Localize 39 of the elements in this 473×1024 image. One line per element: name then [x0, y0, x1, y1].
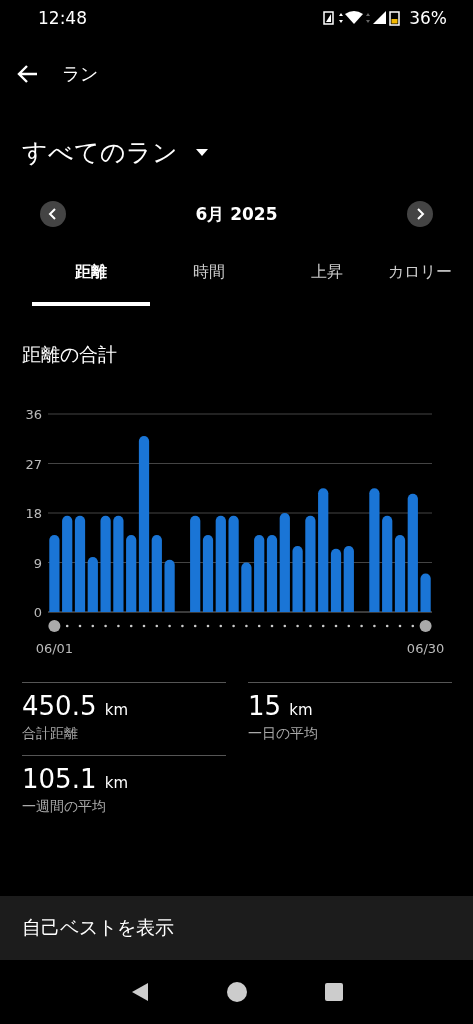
stat-value: 105.1 km	[22, 764, 129, 794]
stat-label: 一日の平均	[248, 725, 319, 743]
range-slider-drawing[interactable]	[48, 620, 432, 632]
stat-value: 450.5 km	[22, 691, 129, 721]
bar	[164, 559, 175, 612]
status-time: 12:48	[38, 8, 87, 28]
dropdown-caret-icon[interactable]	[196, 148, 208, 156]
back-arrow-icon[interactable]	[16, 64, 38, 84]
back-nav-icon[interactable]	[130, 982, 149, 1002]
tab[interactable]: 距離	[32, 242, 150, 306]
previous-month-button[interactable]	[40, 201, 66, 227]
tab[interactable]: カロリー	[386, 242, 473, 306]
chevron-left-icon	[48, 208, 58, 220]
section-title: 距離の合計	[21, 342, 118, 367]
y-tick-label: 27	[25, 456, 42, 472]
bar	[420, 573, 431, 612]
x-tick-label: 06/01	[35, 641, 74, 656]
recents-nav-icon[interactable]	[324, 983, 343, 1001]
y-tick-label: 9	[33, 555, 42, 571]
bar	[241, 562, 252, 612]
screen-title: ラン	[62, 62, 98, 86]
battery-percent: 36%	[409, 8, 447, 28]
bar	[343, 546, 354, 612]
y-tick-label: 0	[33, 605, 42, 620]
tab[interactable]: 上昇	[268, 242, 386, 306]
stat-label: 合計距離	[22, 725, 79, 743]
stat-value: 15 km	[248, 691, 314, 721]
y-tick-label: 36	[25, 407, 42, 422]
filter-dropdown-label[interactable]: すべてのラン	[22, 135, 178, 169]
tab[interactable]: 時間	[150, 242, 268, 306]
y-tick-label: 18	[25, 506, 42, 521]
stat-label: 一週間の平均	[22, 798, 107, 816]
bar	[292, 546, 303, 612]
personal-best-button[interactable]: 自己ベストを表示	[0, 896, 473, 960]
month-label: 6月 2025	[195, 202, 278, 226]
home-nav-icon[interactable]	[226, 982, 247, 1002]
next-month-button[interactable]	[407, 201, 433, 227]
x-tick-label: 06/30	[406, 641, 445, 656]
chevron-right-icon	[415, 208, 425, 220]
